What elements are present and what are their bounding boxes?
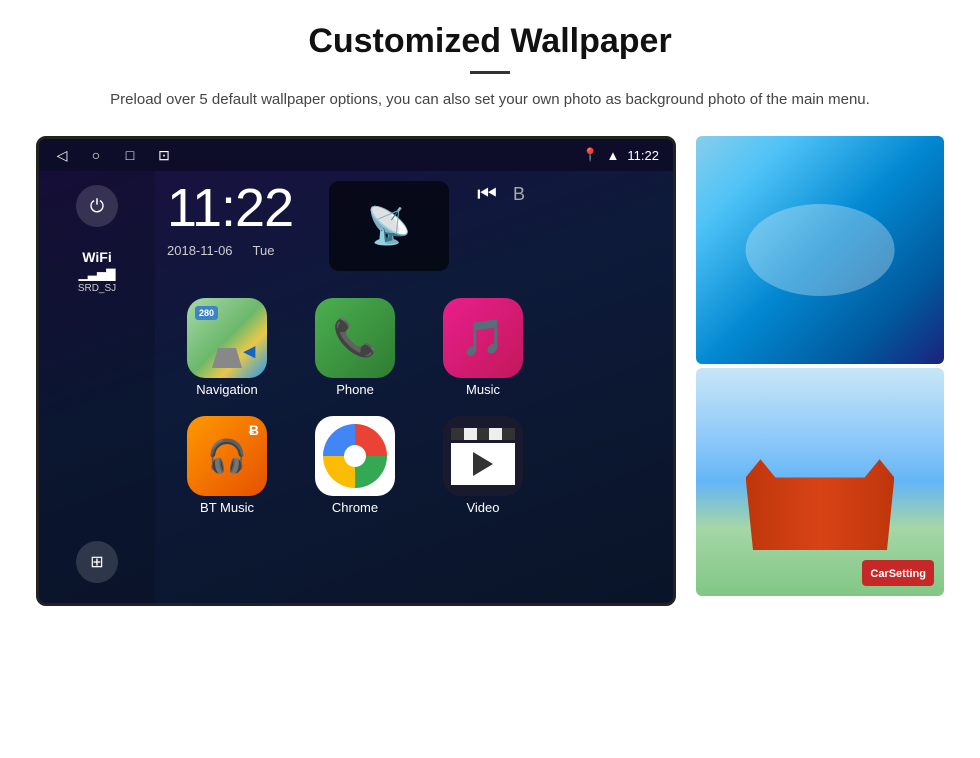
clock-day-value: Tue (253, 243, 275, 258)
carsetting-label: CarSetting (870, 568, 926, 580)
chrome-wheel (323, 424, 387, 488)
device-sidebar: ⏻ WiFi ▁▃▅▇ SRD_SJ ⊞ (39, 171, 155, 603)
music-symbol: 🎵 (461, 317, 506, 359)
clock-area: 11:22 2018-11-06 Tue 📡 ⏮ B (167, 181, 661, 271)
nav-arrow: ◂ (244, 338, 255, 364)
video-clapboard (451, 428, 515, 485)
app-bt-music[interactable]: 🎧 Ƀ BT Music (167, 405, 287, 515)
wifi-info: WiFi ▁▃▅▇ SRD_SJ (78, 249, 116, 294)
nav-road (212, 348, 242, 368)
clock-date: 2018-11-06 Tue (167, 243, 293, 258)
wallpaper-thumbnails: CarSetting (696, 136, 944, 606)
wifi-signal: ▁▃▅▇ (78, 267, 116, 281)
chrome-center (344, 445, 366, 467)
chrome-icon (315, 416, 395, 496)
back-icon[interactable]: ◁ (53, 146, 71, 164)
phone-icon: 📞 (315, 298, 395, 378)
bt-music-icon: 🎧 Ƀ (187, 416, 267, 496)
music-icon: 🎵 (443, 298, 523, 378)
header-description: Preload over 5 default wallpaper options… (60, 88, 920, 112)
recent-icon[interactable]: □ (121, 146, 139, 164)
app-phone[interactable]: 📞 Phone (295, 287, 415, 397)
screenshot-icon[interactable]: ⊡ (155, 146, 173, 164)
phone-label: Phone (336, 382, 374, 397)
page-header: Customized Wallpaper Preload over 5 defa… (0, 0, 980, 128)
power-icon: ⏻ (90, 196, 104, 217)
ice-cave-image (696, 136, 944, 364)
music-label: Music (466, 382, 500, 397)
wifi-label: WiFi (78, 249, 116, 265)
main-content: ◁ ○ □ ⊡ 📍 ▲ 11:22 ⏻ WiFi ▁▃▅▇ SR (0, 136, 980, 606)
bt-music-label: BT Music (200, 500, 254, 515)
media-widget: 📡 (329, 181, 449, 271)
app-music[interactable]: 🎵 Music (423, 287, 543, 397)
app-navigation[interactable]: 280 ◂ Navigation (167, 287, 287, 397)
apps-grid-button[interactable]: ⊞ (76, 541, 118, 583)
media-icon: 📡 (367, 205, 412, 247)
app-video[interactable]: Video (423, 405, 543, 515)
status-bar: ◁ ○ □ ⊡ 📍 ▲ 11:22 (39, 139, 673, 171)
phone-symbol: 📞 (333, 317, 378, 359)
media-controls: ⏮ B (477, 181, 525, 207)
navigation-icon: 280 ◂ (187, 298, 267, 378)
chrome-label: Chrome (332, 500, 378, 515)
video-stripe-top (451, 428, 515, 440)
nav-badge: 280 (195, 306, 218, 320)
status-time: 11:22 (627, 148, 659, 163)
screen-body: ⏻ WiFi ▁▃▅▇ SRD_SJ ⊞ 11:22 (39, 171, 673, 603)
page-title: Customized Wallpaper (60, 22, 920, 61)
screen-main: 11:22 2018-11-06 Tue 📡 ⏮ B (155, 171, 673, 603)
device-frame: ◁ ○ □ ⊡ 📍 ▲ 11:22 ⏻ WiFi ▁▃▅▇ SR (36, 136, 676, 606)
location-icon: 📍 (582, 147, 598, 163)
signal-icon: ▲ (607, 148, 620, 163)
wifi-network-name: SRD_SJ (78, 283, 116, 294)
status-left-icons: ◁ ○ □ ⊡ (53, 146, 173, 164)
grid-icon: ⊞ (90, 552, 103, 572)
video-label: Video (466, 500, 499, 515)
track-label: B (513, 184, 525, 205)
prev-track-button[interactable]: ⏮ (477, 181, 497, 207)
clock-time: 11:22 (167, 181, 293, 235)
carsetting-badge: CarSetting (862, 560, 934, 586)
app-chrome[interactable]: Chrome (295, 405, 415, 515)
video-icon (443, 416, 523, 496)
apps-grid: 280 ◂ Navigation 📞 Phone (167, 287, 661, 515)
video-play-area (451, 443, 515, 485)
wallpaper-thumb-ice[interactable] (696, 136, 944, 364)
navigation-label: Navigation (196, 382, 257, 397)
status-right-icons: 📍 ▲ 11:22 (582, 147, 659, 163)
clock-date-value: 2018-11-06 (167, 243, 233, 258)
wallpaper-thumb-bridge[interactable]: CarSetting (696, 368, 944, 596)
bluetooth-symbol: Ƀ (249, 422, 259, 438)
home-icon[interactable]: ○ (87, 146, 105, 164)
headphone-icon: 🎧 (207, 437, 247, 475)
power-button[interactable]: ⏻ (76, 185, 118, 227)
play-icon (473, 452, 493, 476)
clock-widget: 11:22 2018-11-06 Tue (167, 181, 293, 258)
header-divider (470, 71, 510, 74)
